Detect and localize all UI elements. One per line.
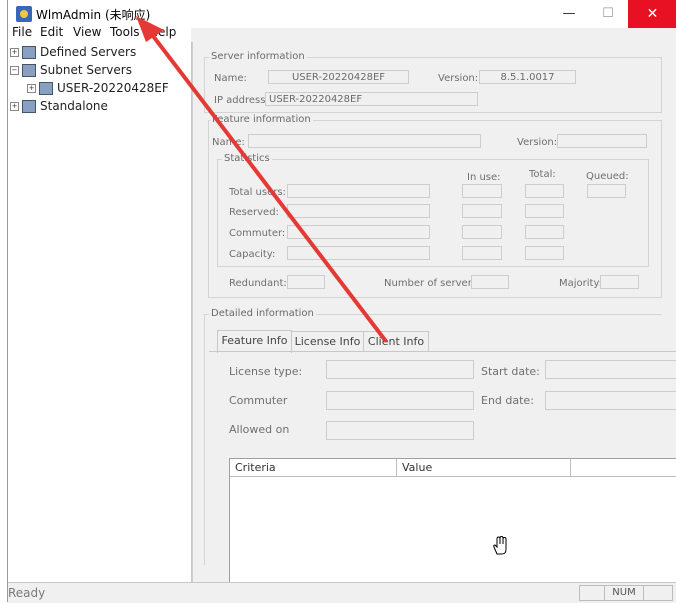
annotation-arrow <box>136 16 387 342</box>
hand-cursor-icon <box>493 536 507 555</box>
